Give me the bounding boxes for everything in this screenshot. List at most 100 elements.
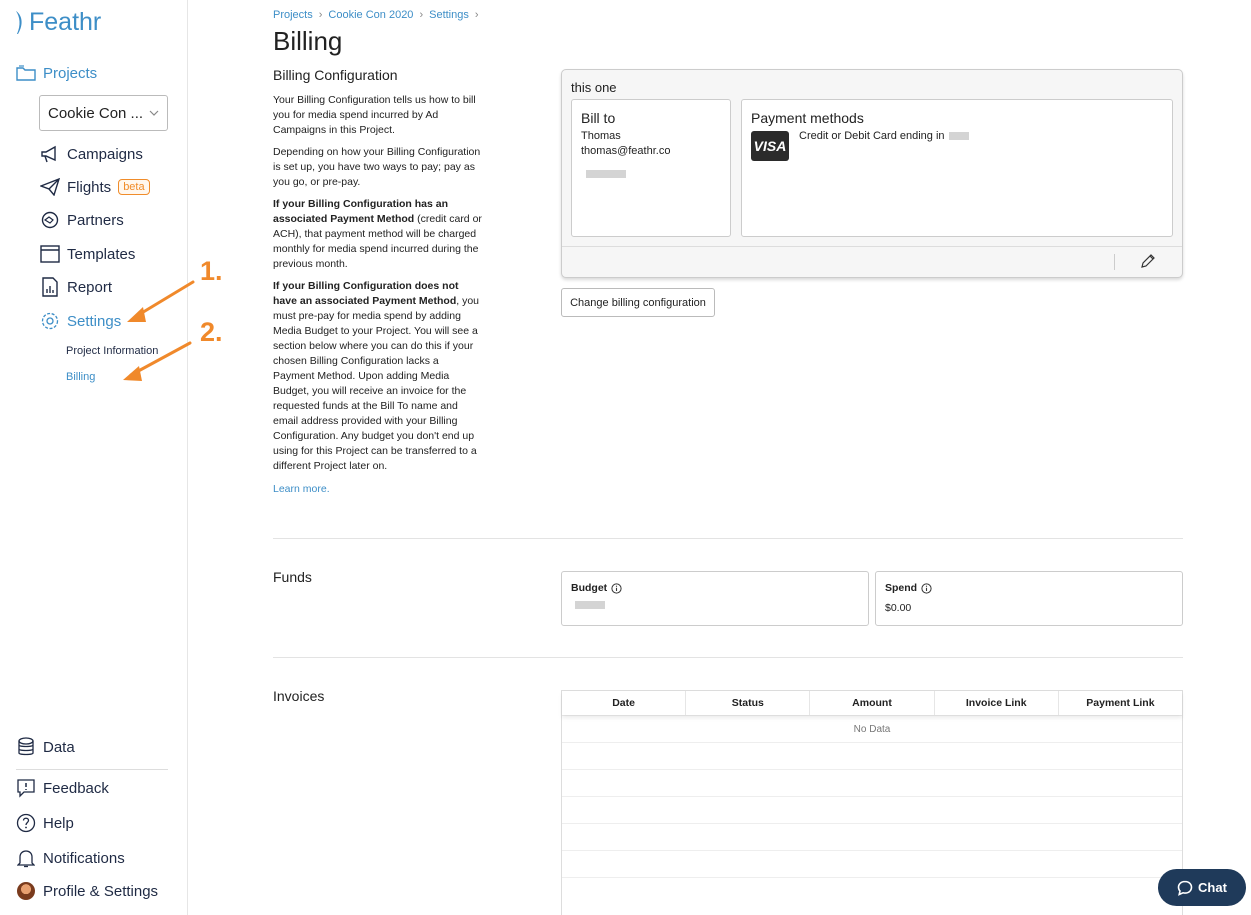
- nav-projects[interactable]: Projects: [16, 63, 97, 83]
- beta-badge: beta: [118, 179, 150, 195]
- arrow-2-icon: [123, 341, 192, 381]
- desc-p2: Depending on how your Billing Configurat…: [273, 146, 481, 188]
- budget-label-wrap: Budget: [571, 582, 622, 594]
- feathr-logo[interactable]: Feathr: [14, 8, 101, 37]
- billing-config-card: this one Bill to Thomas thomas@feathr.co…: [561, 69, 1183, 278]
- table-row: [562, 769, 1182, 796]
- chevron-down-icon: [149, 110, 159, 116]
- info-icon[interactable]: [611, 582, 622, 594]
- nav-notifications-label: Notifications: [43, 849, 125, 867]
- breadcrumb-project[interactable]: Cookie Con 2020: [328, 9, 413, 21]
- col-amount[interactable]: Amount: [810, 691, 935, 715]
- project-select[interactable]: Cookie Con ...: [39, 95, 168, 131]
- gear-icon: [40, 311, 60, 331]
- desc-p1: Your Billing Configuration tells us how …: [273, 94, 476, 136]
- nav-report[interactable]: Report: [40, 277, 112, 297]
- sidebar: Feathr Projects Cookie Con ... Campaigns…: [0, 0, 188, 915]
- budget-box: Budget: [561, 571, 869, 626]
- sub-billing[interactable]: Billing: [66, 371, 95, 383]
- table-header: Date Status Amount Invoice Link Payment …: [562, 691, 1182, 715]
- bell-icon: [16, 848, 36, 868]
- redacted-address: [586, 170, 626, 178]
- nav-data-label: Data: [43, 738, 75, 756]
- nav-profile-label: Profile & Settings: [43, 882, 159, 900]
- chat-label: Chat: [1198, 880, 1227, 895]
- nav-projects-label: Projects: [43, 64, 98, 82]
- project-select-value: Cookie Con ...: [48, 104, 144, 122]
- nav-settings[interactable]: Settings: [40, 311, 121, 331]
- funds-title: Funds: [273, 569, 312, 585]
- nav-settings-label: Settings: [67, 312, 122, 330]
- nav-data[interactable]: Data: [16, 737, 75, 757]
- table-row: [562, 796, 1182, 823]
- database-icon: [16, 737, 36, 757]
- nav-help[interactable]: Help: [16, 813, 74, 833]
- folder-icon: [16, 63, 36, 83]
- breadcrumb: Projects › Cookie Con 2020 › Settings ›: [273, 9, 479, 21]
- desc-p4: If your Billing Configuration does not h…: [273, 279, 483, 474]
- card-description: Credit or Debit Card ending in: [799, 130, 969, 142]
- budget-label: Budget: [571, 582, 608, 594]
- bill-to-name: Thomas: [581, 130, 621, 142]
- breadcrumb-separator: ›: [419, 9, 424, 21]
- section-divider: [273, 657, 1183, 658]
- col-invoice-link[interactable]: Invoice Link: [935, 691, 1059, 715]
- billing-config-description: Your Billing Configuration tells us how …: [273, 93, 483, 497]
- nav-help-label: Help: [43, 814, 74, 832]
- help-icon: [16, 813, 36, 833]
- logo-text: Feathr: [29, 8, 102, 36]
- redacted-budget-value: [575, 601, 605, 609]
- table-row: [562, 742, 1182, 769]
- breadcrumb-separator: ›: [474, 9, 479, 21]
- nav-templates[interactable]: Templates: [40, 244, 135, 264]
- learn-more-link[interactable]: Learn more.: [273, 482, 483, 497]
- invoices-title: Invoices: [273, 688, 325, 704]
- nav-campaigns-label: Campaigns: [67, 145, 143, 163]
- bill-to-title: Bill to: [581, 110, 616, 126]
- nav-notifications[interactable]: Notifications: [16, 848, 125, 868]
- breadcrumb-settings[interactable]: Settings: [429, 9, 469, 21]
- nav-flights[interactable]: Flights beta: [40, 177, 150, 197]
- nav-partners[interactable]: Partners: [40, 210, 124, 230]
- page-title: Billing: [273, 26, 343, 56]
- payment-methods-box: Payment methods VISA Credit or Debit Car…: [741, 99, 1173, 237]
- footer-separator: [1114, 254, 1115, 270]
- invoices-table: Date Status Amount Invoice Link Payment …: [561, 690, 1183, 915]
- spend-box: Spend $0.00: [875, 571, 1183, 626]
- pencil-icon[interactable]: [1140, 253, 1156, 269]
- card-text: Credit or Debit Card ending in: [799, 130, 945, 142]
- card-footer-divider: [562, 246, 1182, 247]
- annotation-arrows: [123, 280, 195, 381]
- desc-p3: If your Billing Configuration has an ass…: [273, 197, 483, 272]
- nav-templates-label: Templates: [67, 245, 136, 263]
- table-row: No Data: [562, 715, 1182, 742]
- redacted-card-digits: [948, 132, 969, 140]
- config-name: this one: [571, 80, 617, 95]
- report-icon: [40, 277, 60, 297]
- col-payment-link[interactable]: Payment Link: [1059, 691, 1182, 715]
- info-icon[interactable]: [921, 582, 932, 594]
- feather-icon: [16, 10, 22, 34]
- col-status[interactable]: Status: [686, 691, 811, 715]
- desc-p4-bold: If your Billing Configuration does not h…: [273, 280, 459, 307]
- spend-label-wrap: Spend: [885, 582, 932, 594]
- paper-plane-icon: [40, 177, 60, 197]
- table-row: [562, 823, 1182, 850]
- nav-flights-label: Flights: [67, 178, 112, 196]
- table-row: [562, 877, 1182, 904]
- nav-campaigns[interactable]: Campaigns: [40, 144, 143, 164]
- bill-to-email: thomas@feathr.co: [581, 145, 671, 157]
- breadcrumb-projects[interactable]: Projects: [273, 9, 313, 21]
- col-date[interactable]: Date: [562, 691, 687, 715]
- avatar-wrap: [16, 881, 36, 901]
- nav-feedback[interactable]: Feedback: [16, 778, 109, 798]
- template-icon: [40, 244, 60, 264]
- sidebar-divider: [16, 769, 168, 770]
- nav-profile-settings[interactable]: Profile & Settings: [16, 881, 158, 901]
- chat-button[interactable]: Chat: [1158, 869, 1246, 906]
- nav-report-label: Report: [67, 278, 113, 296]
- avatar: [17, 882, 35, 900]
- change-billing-config-button[interactable]: Change billing configuration: [561, 288, 715, 317]
- spend-label: Spend: [885, 582, 918, 594]
- table-row: [562, 850, 1182, 877]
